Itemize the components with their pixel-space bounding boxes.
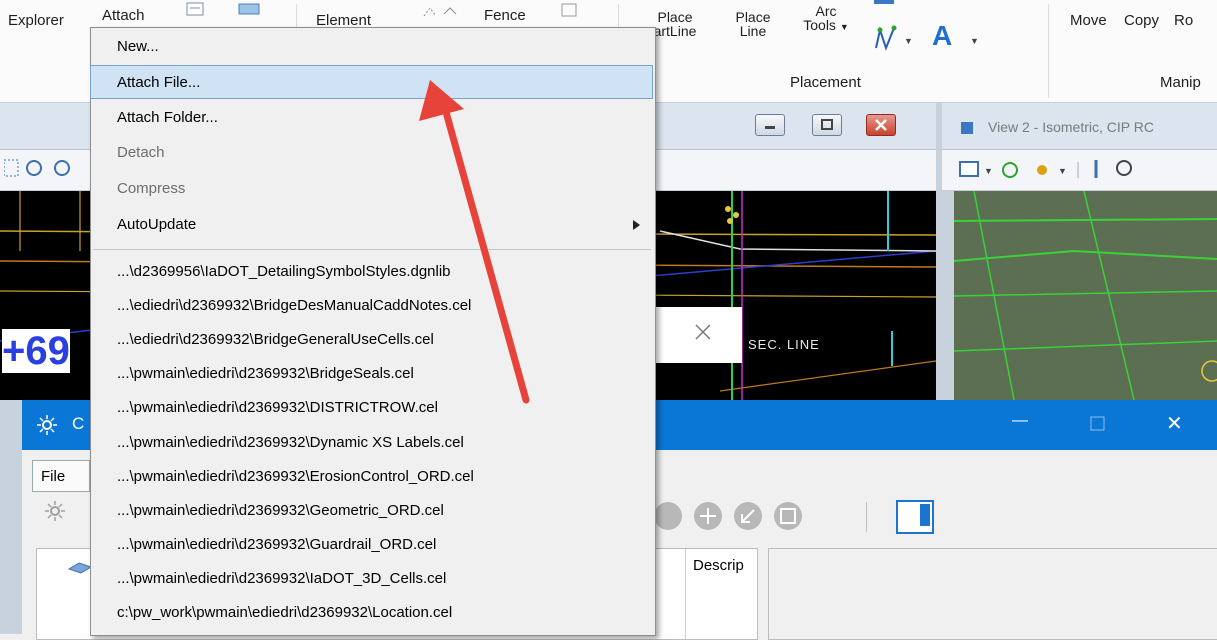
cell-library-icon [37, 415, 57, 435]
recent-file-item[interactable]: ...\pwmain\ediedri\d2369932\IaDOT_3D_Cel… [91, 562, 655, 596]
recent-file-item[interactable]: ...\d2369956\IaDOT_DetailingSymbolStyles… [91, 255, 655, 289]
close-icon[interactable] [694, 323, 712, 341]
dialog-minimize-button[interactable]: — [1012, 412, 1028, 430]
cell-tools-icons[interactable] [652, 500, 832, 534]
place-text-icon[interactable]: A [932, 20, 952, 52]
view-tools-icon[interactable]: ▼ ▼ [958, 158, 1217, 182]
view-tools-icon[interactable] [4, 158, 84, 182]
selection-tools-icon[interactable] [420, 4, 460, 20]
fence-button[interactable]: Fence [484, 8, 526, 24]
maximize-icon [821, 119, 833, 130]
view-icon [961, 122, 973, 134]
menu-separator [93, 249, 651, 250]
recent-file-item[interactable]: ...\pwmain\ediedri\d2369932\BridgeSeals.… [91, 357, 655, 391]
recent-file-item[interactable]: ...\pwmain\ediedri\d2369932\Dynamic XS L… [91, 426, 655, 460]
sun-icon[interactable] [44, 500, 66, 522]
fence-icon[interactable] [560, 2, 580, 20]
recent-file-item[interactable]: ...\pwmain\ediedri\d2369932\Guardrail_OR… [91, 528, 655, 562]
place-curve-icon[interactable] [872, 22, 902, 54]
reference-icon[interactable] [238, 2, 262, 18]
copy-button[interactable]: Copy [1124, 13, 1159, 29]
menu-item-new[interactable]: New... [91, 30, 655, 64]
dropdown-arrow-icon[interactable]: ▼ [904, 36, 913, 46]
attach-small-icon[interactable] [186, 2, 204, 18]
placement-group-label: Placement [790, 74, 861, 91]
close-icon [875, 119, 887, 131]
place-smartline-button[interactable]: Place artLine [652, 10, 698, 38]
menu-item-attach-folder[interactable]: Attach Folder... [91, 101, 655, 135]
cell-library-title: C [72, 414, 85, 433]
arc-tools-button[interactable]: Arc Tools ▼ [796, 4, 856, 34]
view1-minimize-button[interactable] [755, 114, 785, 136]
dialog-maximize-button[interactable] [1090, 416, 1106, 432]
file-menu[interactable]: File [32, 460, 90, 492]
minimize-icon [765, 126, 775, 129]
station-label: +69 [2, 329, 70, 373]
recent-file-item[interactable]: c:\pw_work\pwmain\ediedri\d2369932\Locat… [91, 596, 655, 630]
move-button[interactable]: Move [1070, 13, 1107, 29]
popup-fragment [650, 307, 742, 363]
recent-file-item[interactable]: ...\pwmain\ediedri\d2369932\DISTRICTROW.… [91, 391, 655, 425]
submenu-arrow-icon [633, 220, 640, 230]
recent-file-item[interactable]: ...\ediedri\d2369932\BridgeGeneralUseCel… [91, 323, 655, 357]
place-line-button[interactable]: Place Line [730, 10, 776, 38]
svg-text:▼: ▼ [1058, 166, 1067, 176]
view1-maximize-button[interactable] [812, 114, 842, 136]
menu-item-compress: Compress [117, 180, 186, 197]
description-column-header[interactable]: Descrip [693, 557, 744, 574]
dropdown-arrow-icon: ▼ [839, 22, 849, 32]
rotate-button[interactable]: Ro [1174, 13, 1193, 29]
view2-canvas[interactable] [953, 190, 1217, 401]
menu-item-attach-file[interactable]: Attach File... [90, 65, 653, 99]
attach-button[interactable]: Attach [102, 8, 145, 24]
attach-dropdown-menu: New... Attach File... Attach Folder... D… [90, 27, 656, 636]
recent-file-item[interactable]: ...\pwmain\ediedri\d2369932\ErosionContr… [91, 460, 655, 494]
dropdown-arrow-icon[interactable]: ▼ [970, 36, 979, 46]
manipulate-group-label: Manip [1160, 74, 1201, 91]
menu-item-detach: Detach [117, 144, 165, 161]
explorer-button[interactable]: Explorer [8, 13, 64, 29]
view2-drawing [953, 190, 1217, 401]
view2-titlebar: View 2 - Isometric, CIP RC [942, 103, 1217, 150]
recent-file-item[interactable]: ...\pwmain\ediedri\d2369932\Geometric_OR… [91, 494, 655, 528]
cell-preview [768, 548, 1217, 640]
menu-item-autoupdate[interactable]: AutoUpdate [91, 208, 655, 242]
ribbon-icon-fragment [874, 0, 894, 4]
svg-text:▼: ▼ [984, 166, 993, 176]
view1-close-button[interactable] [866, 114, 896, 136]
recent-file-item[interactable]: ...\ediedri\d2369932\BridgeDesManualCadd… [91, 289, 655, 323]
dialog-close-button[interactable]: ✕ [1166, 411, 1183, 436]
view2-title: View 2 - Isometric, CIP RC [988, 119, 1154, 135]
layout-toggle-button[interactable] [896, 500, 934, 534]
view2-toolbar: ▼ ▼ [942, 150, 1217, 191]
section-line-label: SEC. LINE [748, 337, 820, 352]
